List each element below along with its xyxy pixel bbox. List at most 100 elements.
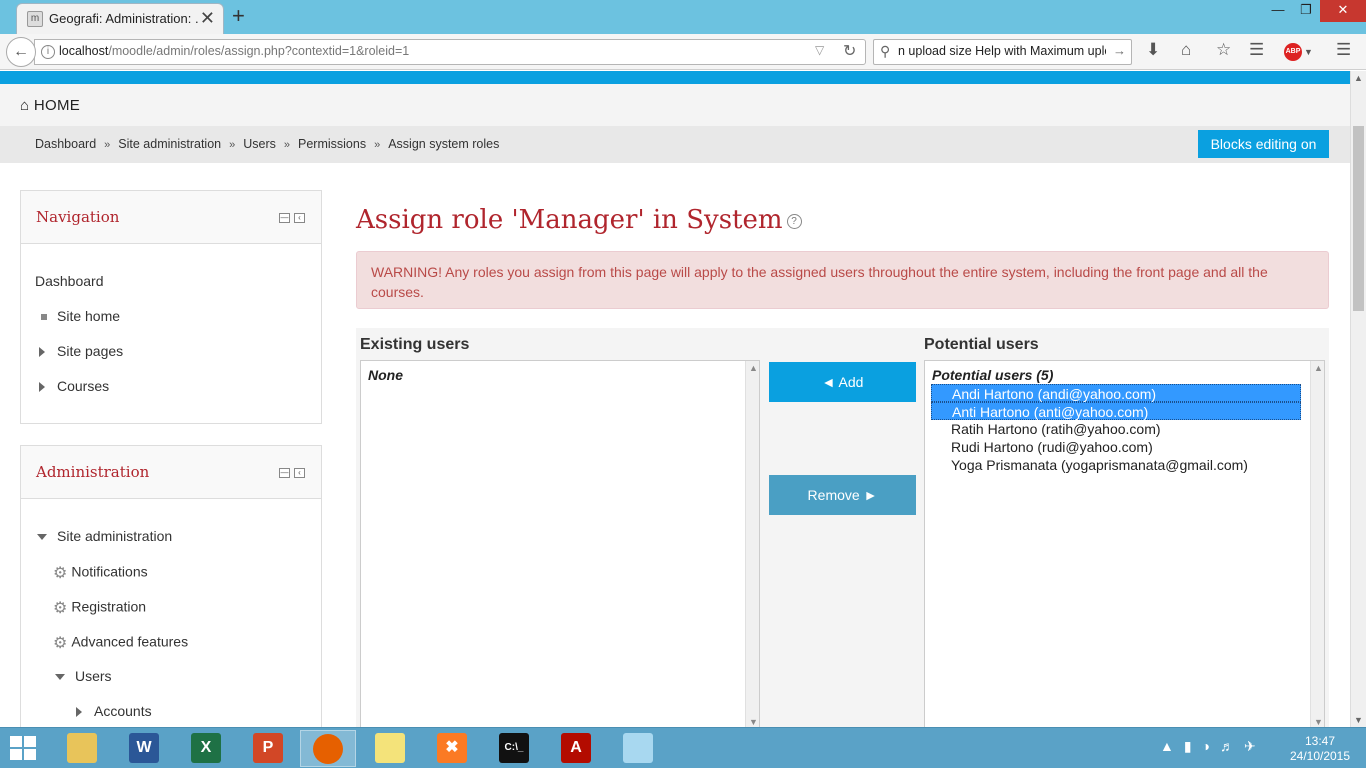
scrollbar-thumb[interactable]: [1353, 126, 1364, 311]
powerpoint-icon[interactable]: P: [240, 730, 296, 767]
admin-registration[interactable]: ⚙ Registration: [53, 598, 146, 618]
site-info-icon[interactable]: i: [41, 45, 55, 59]
scroll-up-icon[interactable]: ▲: [1354, 73, 1363, 83]
clock-time: 13:47: [1304, 734, 1336, 748]
scroll-up-icon[interactable]: ▲: [1314, 363, 1323, 373]
sticky-notes-icon[interactable]: [362, 730, 418, 767]
clock-date: 24/10/2015: [1289, 749, 1351, 763]
moodle-favicon-icon: m: [27, 11, 43, 27]
admin-site-administration[interactable]: Site administration: [37, 528, 172, 544]
admin-notifications-label: Notifications: [71, 563, 148, 580]
tab-close-button[interactable]: ✕: [200, 8, 215, 29]
page-title-text: Assign role 'Manager' in System: [356, 205, 783, 235]
admin-accounts[interactable]: Accounts: [76, 703, 152, 719]
browser-tab-bar: m Geografi: Administration: ... ✕ + — ❐ …: [0, 0, 1366, 34]
back-button[interactable]: ←: [6, 37, 36, 67]
notepad-icon[interactable]: [610, 730, 666, 767]
potential-user-option[interactable]: Rudi Hartono (rudi@yahoo.com): [931, 438, 1301, 456]
search-icon: ⚲: [880, 43, 891, 59]
nav-courses[interactable]: Courses: [39, 378, 109, 394]
page-scrollbar[interactable]: ▲ ▼: [1350, 71, 1366, 727]
adblock-dropdown-icon[interactable]: ▼: [1304, 47, 1313, 57]
new-tab-button[interactable]: +: [232, 3, 245, 29]
existing-list-scrollbar[interactable]: ▲ ▼: [745, 361, 759, 727]
window-close-icon[interactable]: ✕: [1320, 0, 1366, 22]
search-bar[interactable]: ⚲ n upload size Help with Maximum uploa …: [873, 39, 1132, 65]
airplane-mode-icon[interactable]: ✈: [1244, 738, 1256, 754]
warning-alert: WARNING! Any roles you assign from this …: [356, 251, 1329, 309]
address-bar[interactable]: i localhost/moodle/admin/roles/assign.ph…: [34, 39, 866, 65]
network-icon[interactable]: ◑: [1202, 738, 1210, 754]
downloads-icon[interactable]: ⬇: [1146, 40, 1160, 60]
scroll-up-icon[interactable]: ▲: [749, 363, 758, 373]
help-icon[interactable]: ?: [786, 213, 802, 229]
taskbar-clock[interactable]: 13:47 24/10/2015: [1284, 734, 1356, 764]
breadcrumb-site-administration[interactable]: Site administration: [118, 137, 221, 151]
remove-button[interactable]: Remove ►: [769, 475, 916, 515]
blocks-editing-on-button[interactable]: Blocks editing on: [1198, 130, 1329, 158]
command-prompt-icon[interactable]: C:\_: [486, 730, 542, 767]
breadcrumb-dashboard[interactable]: Dashboard: [35, 137, 96, 151]
search-input[interactable]: n upload size Help with Maximum uploa: [898, 44, 1106, 58]
collapse-block-icon[interactable]: —: [279, 468, 290, 478]
reload-icon[interactable]: ↻: [843, 41, 856, 61]
scroll-down-icon[interactable]: ▼: [1354, 715, 1363, 725]
nav-site-home[interactable]: Site home: [41, 308, 120, 324]
navigation-block-header: Navigation — ‹: [21, 191, 321, 244]
nav-site-pages[interactable]: Site pages: [39, 343, 123, 359]
url-history-dropdown-icon[interactable]: ▽: [815, 43, 824, 57]
existing-none-label: None: [368, 367, 403, 383]
potential-users-list[interactable]: Potential users (5) Andi Hartono (andi@y…: [924, 360, 1325, 727]
acrobat-icon[interactable]: A: [548, 730, 604, 767]
potential-users-group-label: Potential users (5): [932, 367, 1054, 383]
restore-icon[interactable]: ❐: [1292, 0, 1320, 22]
menu-icon[interactable]: ☰: [1336, 40, 1351, 60]
breadcrumb-permissions[interactable]: Permissions: [298, 137, 366, 151]
excel-icon[interactable]: X: [178, 730, 234, 767]
windows-start-icon[interactable]: [10, 736, 38, 762]
browser-tab[interactable]: m Geografi: Administration: ... ✕: [16, 3, 224, 34]
breadcrumb-separator: »: [374, 139, 381, 151]
word-icon[interactable]: W: [116, 730, 172, 767]
file-explorer-icon[interactable]: [54, 730, 110, 767]
url-text[interactable]: localhost/moodle/admin/roles/assign.php?…: [59, 44, 409, 58]
dock-block-icon[interactable]: ‹: [294, 468, 305, 478]
potential-user-option[interactable]: Anti Hartono (anti@yahoo.com): [931, 402, 1301, 420]
xampp-icon[interactable]: ✖: [424, 730, 480, 767]
add-button[interactable]: ◄ Add: [769, 362, 916, 402]
volume-icon[interactable]: ♬: [1220, 738, 1234, 754]
adblock-plus-icon[interactable]: ABP: [1284, 43, 1302, 61]
potential-user-option[interactable]: Yoga Prismanata (yogaprismanata@gmail.co…: [931, 456, 1301, 474]
page-title: Assign role 'Manager' in System?: [356, 205, 802, 235]
page-content: ⌂ HOME Dashboard » Site administration » Use…: [0, 71, 1350, 727]
scroll-down-icon[interactable]: ▼: [749, 717, 758, 727]
potential-user-option[interactable]: Andi Hartono (andi@yahoo.com): [931, 384, 1301, 402]
admin-users-label: Users: [75, 668, 112, 684]
home-icon[interactable]: ⌂: [1181, 40, 1191, 60]
collapse-block-icon[interactable]: —: [279, 213, 290, 223]
potential-user-option[interactable]: Ratih Hartono (ratih@yahoo.com): [931, 420, 1301, 438]
collapse-arrow-icon: [37, 534, 47, 541]
scroll-down-icon[interactable]: ▼: [1314, 717, 1323, 727]
breadcrumb-users[interactable]: Users: [243, 137, 276, 151]
battery-icon[interactable]: ▮: [1184, 738, 1192, 754]
search-go-icon[interactable]: →: [1113, 43, 1126, 58]
home-label: HOME: [33, 97, 81, 114]
admin-users[interactable]: Users: [55, 668, 112, 684]
firefox-icon[interactable]: [300, 730, 356, 767]
dock-block-icon[interactable]: ‹: [294, 213, 305, 223]
admin-advanced-features[interactable]: ⚙ Advanced features: [53, 633, 188, 653]
navigation-block: Navigation — ‹ Dashboard Site home Site …: [20, 190, 322, 424]
nav-dashboard[interactable]: Dashboard: [35, 273, 104, 289]
show-hidden-icons-icon[interactable]: ▲: [1160, 738, 1174, 754]
existing-users-list[interactable]: None ▲ ▼: [360, 360, 760, 727]
bookmark-star-icon[interactable]: ☆: [1216, 40, 1231, 60]
url-host: localhost: [59, 44, 109, 58]
minimize-icon[interactable]: —: [1264, 0, 1292, 22]
home-bar: ⌂ HOME: [0, 84, 1350, 126]
bookmarks-list-icon[interactable]: ☰: [1249, 40, 1264, 60]
nav-site-home-label: Site home: [57, 308, 121, 324]
admin-notifications[interactable]: ⚙ Notifications: [53, 563, 148, 583]
home-link[interactable]: ⌂ HOME: [20, 97, 80, 114]
potential-list-scrollbar[interactable]: ▲ ▼: [1310, 361, 1324, 727]
